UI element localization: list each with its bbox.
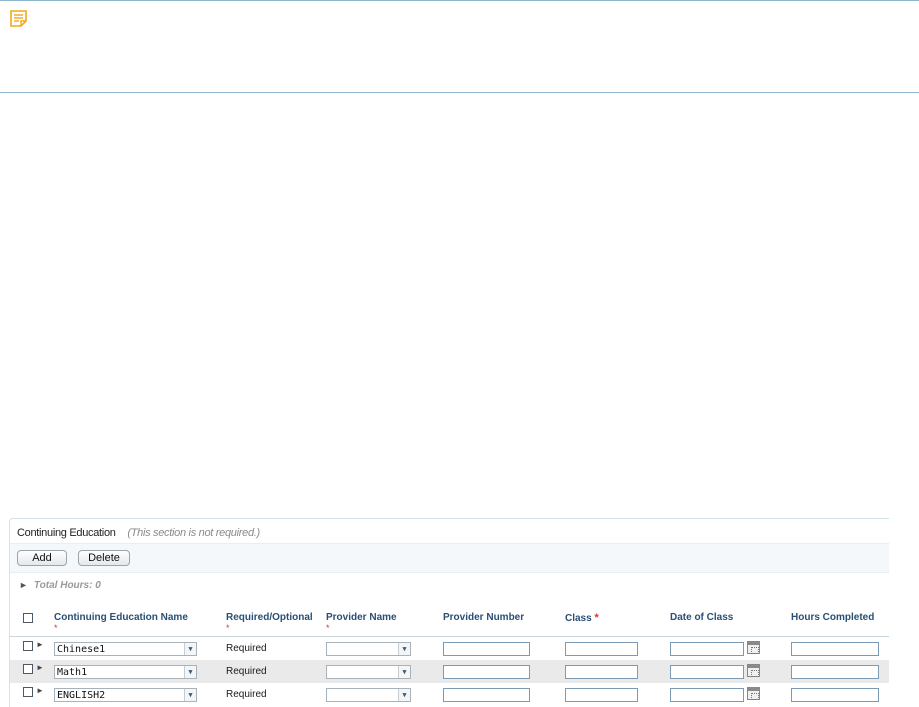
banner-divider [0, 92, 919, 93]
required-marker: * [54, 623, 58, 633]
chevron-down-icon: ▼ [398, 689, 410, 701]
provider-number-input[interactable] [443, 642, 530, 656]
class-input[interactable] [565, 665, 638, 679]
column-header-provider-number[interactable]: Provider Number [443, 612, 524, 623]
total-hours-toggle[interactable]: ► Total Hours: 0 [19, 580, 101, 591]
chevron-down-icon: ▼ [398, 666, 410, 678]
hours-completed-input[interactable] [791, 688, 879, 702]
column-header-class[interactable]: Class * [565, 612, 599, 624]
calendar-icon[interactable] [747, 641, 760, 654]
education-name-select[interactable]: Math1 ▼ [54, 665, 197, 679]
provider-number-input[interactable] [443, 665, 530, 679]
chevron-down-icon: ▼ [398, 643, 410, 655]
section-title: Continuing Education [17, 527, 116, 539]
add-button[interactable]: Add [17, 550, 67, 566]
column-header-class-label: Class [565, 613, 592, 624]
provider-name-select[interactable]: ▼ [326, 642, 411, 656]
table-row: ► ENGLISH2 ▼ Required ▼ [10, 683, 889, 706]
column-header-name[interactable]: Continuing Education Name [54, 612, 188, 623]
row-checkbox[interactable] [23, 687, 33, 697]
required-marker: * [326, 623, 330, 633]
table-row: ► Math1 ▼ Required ▼ [10, 660, 889, 683]
required-marker: * [226, 623, 230, 633]
education-name-select[interactable]: Chinese1 ▼ [54, 642, 197, 656]
date-of-class-input[interactable] [670, 688, 744, 702]
chevron-down-icon: ▼ [184, 643, 196, 655]
column-header-hours[interactable]: Hours Completed [791, 612, 874, 623]
education-name-value: ENGLISH2 [57, 690, 106, 701]
date-of-class-input[interactable] [670, 665, 744, 679]
row-checkbox[interactable] [23, 641, 33, 651]
class-input[interactable] [565, 642, 638, 656]
caret-right-icon[interactable]: ► [36, 686, 44, 695]
hours-completed-input[interactable] [791, 642, 879, 656]
education-name-select[interactable]: ENGLISH2 ▼ [54, 688, 197, 702]
top-divider [0, 0, 919, 1]
provider-name-select[interactable]: ▼ [326, 688, 411, 702]
chevron-down-icon: ▼ [184, 689, 196, 701]
required-value: Required [226, 666, 267, 677]
column-header-required[interactable]: Required/Optional [226, 612, 313, 623]
continuing-education-section: Continuing Education (This section is no… [9, 518, 889, 707]
table-header: Continuing Education Name * Required/Opt… [10, 611, 889, 637]
date-of-class-input[interactable] [670, 642, 744, 656]
section-header: Continuing Education (This section is no… [10, 519, 889, 543]
column-header-date[interactable]: Date of Class [670, 612, 733, 623]
caret-right-icon[interactable]: ► [36, 663, 44, 672]
column-header-provider-name[interactable]: Provider Name [326, 612, 397, 623]
required-marker: * [594, 612, 599, 624]
class-input[interactable] [565, 688, 638, 702]
table-row: ► Chinese1 ▼ Required ▼ [10, 637, 889, 660]
caret-right-icon[interactable]: ► [36, 640, 44, 649]
required-value: Required [226, 689, 267, 700]
education-name-value: Chinese1 [57, 644, 106, 655]
calendar-icon[interactable] [747, 664, 760, 677]
delete-button[interactable]: Delete [78, 550, 130, 566]
note-icon [10, 10, 27, 27]
education-name-value: Math1 [57, 667, 88, 678]
select-all-checkbox[interactable] [23, 613, 33, 623]
hours-completed-input[interactable] [791, 665, 879, 679]
chevron-down-icon: ▼ [184, 666, 196, 678]
caret-right-icon: ► [19, 580, 28, 590]
provider-number-input[interactable] [443, 688, 530, 702]
section-note: (This section is not required.) [127, 527, 260, 539]
total-hours-label: Total Hours: 0 [33, 580, 101, 591]
provider-name-select[interactable]: ▼ [326, 665, 411, 679]
calendar-icon[interactable] [747, 687, 760, 700]
row-checkbox[interactable] [23, 664, 33, 674]
required-value: Required [226, 643, 267, 654]
toolbar [10, 543, 889, 573]
